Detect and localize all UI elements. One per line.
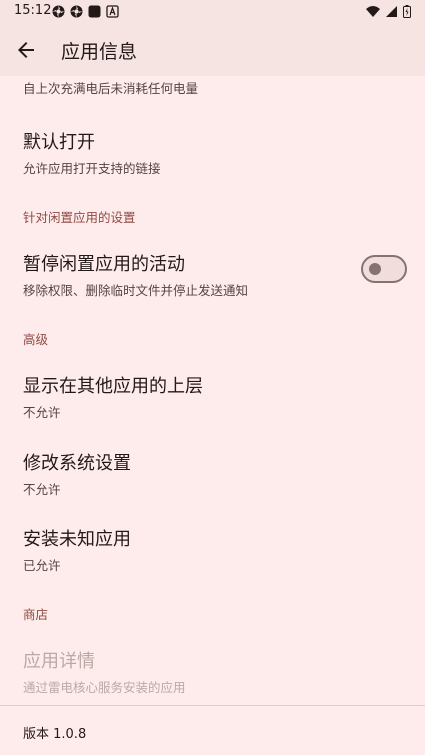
a-box-icon [106, 5, 119, 18]
app-details-summary: 通过雷电核心服务安装的应用 [23, 680, 186, 695]
battery-summary: 自上次充满电后未消耗任何电量 [23, 81, 199, 96]
pause-activity-item[interactable]: 暂停闲置应用的活动 移除权限、删除临时文件并停止发送通知 [23, 250, 248, 299]
status-notification-icons [52, 5, 119, 18]
modify-system-settings-title: 修改系统设置 [23, 453, 131, 474]
modify-system-settings-summary: 不允许 [23, 482, 61, 497]
page-title: 应用信息 [61, 41, 138, 63]
category-store: 商店 [23, 607, 49, 622]
app-details-item: 应用详情 通过雷电核心服务安装的应用 [23, 647, 186, 696]
pause-activity-toggle[interactable] [361, 255, 407, 283]
wifi-icon [366, 6, 380, 17]
pause-activity-summary: 移除权限、删除临时文件并停止发送通知 [23, 283, 249, 298]
open-by-default-item[interactable]: 默认打开 允许应用打开支持的链接 [23, 128, 161, 177]
app-details-title: 应用详情 [23, 651, 95, 672]
signal-icon [386, 6, 397, 17]
square-app-icon [88, 5, 101, 18]
category-advanced: 高级 [23, 332, 49, 347]
pause-activity-title: 暂停闲置应用的活动 [23, 254, 185, 275]
battery-icon [403, 5, 411, 18]
category-unused-apps: 针对闲置应用的设置 [23, 210, 136, 225]
status-time: 15:12 [14, 3, 52, 18]
arrow-back-icon[interactable] [14, 38, 38, 62]
install-unknown-apps-summary: 已允许 [23, 558, 61, 573]
open-by-default-title: 默认打开 [23, 132, 95, 153]
toggle-thumb [369, 263, 381, 275]
status-bar: 15:12 [0, 0, 425, 24]
divider [0, 705, 425, 706]
modify-system-settings-item[interactable]: 修改系统设置 不允许 [23, 449, 131, 498]
app-bar: 应用信息 [0, 24, 425, 76]
display-over-apps-item[interactable]: 显示在其他应用的上层 不允许 [23, 372, 203, 421]
version-text: 版本 1.0.8 [23, 727, 87, 742]
pinwheel-icon [52, 5, 65, 18]
install-unknown-apps-item[interactable]: 安装未知应用 已允许 [23, 525, 131, 574]
status-system-icons [366, 5, 411, 18]
install-unknown-apps-title: 安装未知应用 [23, 529, 131, 550]
display-over-apps-summary: 不允许 [23, 405, 61, 420]
open-by-default-summary: 允许应用打开支持的链接 [23, 161, 161, 176]
display-over-apps-title: 显示在其他应用的上层 [23, 376, 203, 397]
pinwheel-icon [70, 5, 83, 18]
